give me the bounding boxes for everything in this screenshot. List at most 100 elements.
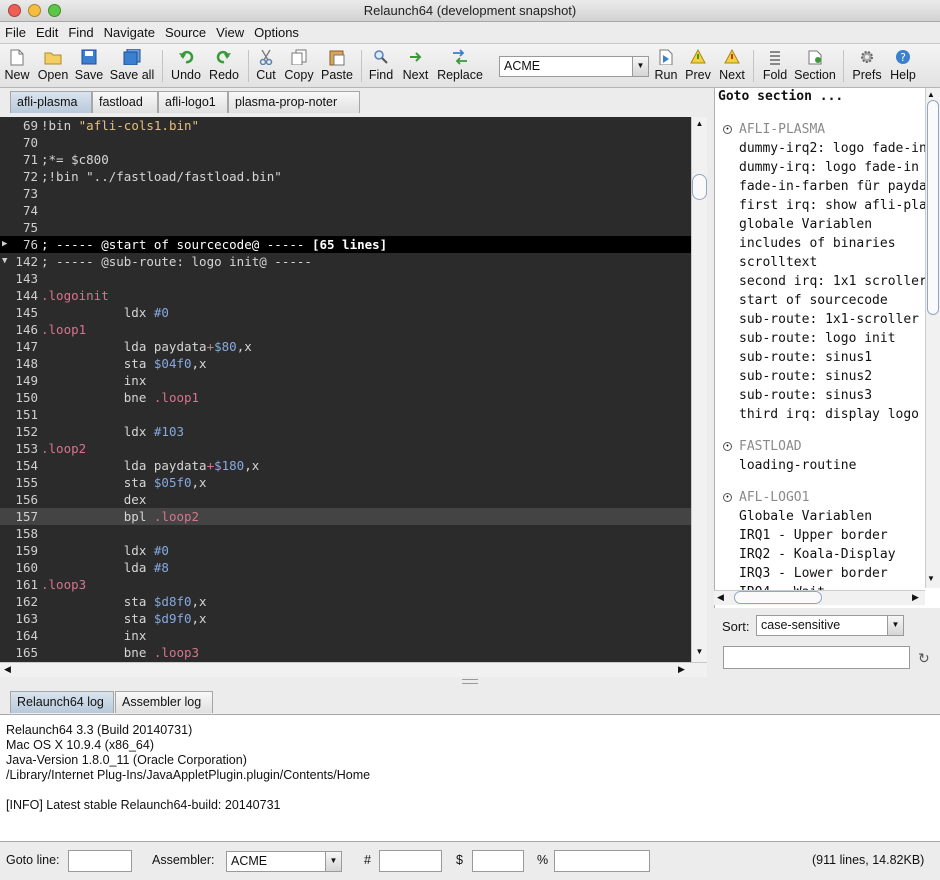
sidebar-scroll-thumb[interactable] xyxy=(927,100,939,315)
minimize-window-button[interactable] xyxy=(28,4,41,17)
code-line[interactable]: 143 xyxy=(0,270,691,287)
group-toggle-icon[interactable]: • xyxy=(723,125,732,134)
new-button[interactable]: New xyxy=(3,46,31,82)
code-line[interactable]: 161 .loop3 xyxy=(0,576,691,593)
code-line[interactable]: 70 xyxy=(0,134,691,151)
section-item[interactable]: fade-in-farben für payda xyxy=(739,177,927,196)
section-item[interactable]: Globale Variablen xyxy=(739,507,872,526)
sort-select[interactable]: case-sensitive ▼ xyxy=(756,615,904,636)
code-line[interactable]: 155 sta $05f0,x xyxy=(0,474,691,491)
fold-collapse-icon[interactable]: ▼ xyxy=(2,253,10,270)
scroll-up-icon[interactable]: ▲ xyxy=(927,90,935,99)
scroll-right-icon[interactable]: ▶ xyxy=(912,592,919,603)
tab-assembler-log[interactable]: Assembler log xyxy=(115,691,213,713)
section-item[interactable]: start of sourcecode xyxy=(739,291,888,310)
run-button[interactable]: Run xyxy=(652,46,680,82)
scroll-right-icon[interactable]: ▶ xyxy=(678,664,685,675)
editor-horizontal-scrollbar[interactable]: ◀ ▶ xyxy=(0,662,707,677)
section-item[interactable]: sub-route: logo init xyxy=(739,329,896,348)
code-line[interactable]: 159 ldx #0 xyxy=(0,542,691,559)
split-pane-handle[interactable] xyxy=(462,679,478,684)
open-button[interactable]: Open xyxy=(35,46,71,82)
code-line[interactable]: 164 inx xyxy=(0,627,691,644)
find-next-button[interactable]: Next xyxy=(399,46,432,82)
undo-button[interactable]: Undo xyxy=(168,46,204,82)
help-button[interactable]: ? Help xyxy=(888,46,918,82)
section-filter-input[interactable] xyxy=(723,646,910,669)
code-line[interactable]: 146 .loop1 xyxy=(0,321,691,338)
fold-expand-icon[interactable]: ▶ xyxy=(2,236,10,253)
section-item[interactable]: IRQ2 - Koala-Display xyxy=(739,545,896,564)
code-line[interactable]: 69 !bin "afli-cols1.bin" xyxy=(0,117,691,134)
status-assembler-select[interactable]: ACME ▼ xyxy=(226,851,342,872)
tab-plasma-prop-noter[interactable]: plasma-prop-noter xyxy=(228,91,360,113)
code-line[interactable]: 72 ;!bin "../fastload/fastload.bin" xyxy=(0,168,691,185)
replace-button[interactable]: Replace xyxy=(436,46,484,82)
code-line[interactable]: 163 sta $d9f0,x xyxy=(0,610,691,627)
scroll-up-icon[interactable]: ▲ xyxy=(694,119,705,129)
redo-button[interactable]: Redo xyxy=(206,46,242,82)
section-item[interactable]: sub-route: sinus2 xyxy=(739,367,872,386)
tab-afli-logo1[interactable]: afli-logo1 xyxy=(158,91,228,113)
section-item[interactable]: scrolltext xyxy=(739,253,817,272)
zoom-window-button[interactable] xyxy=(48,4,61,17)
code-line[interactable]: 156 dex xyxy=(0,491,691,508)
goto-line-input[interactable] xyxy=(68,850,132,872)
section-item[interactable]: third irq: display logo xyxy=(739,405,919,424)
section-item[interactable]: loading-routine xyxy=(739,456,856,475)
cut-button[interactable]: Cut xyxy=(253,46,279,82)
code-line[interactable]: 76 ▶; ----- @start of sourcecode@ ----- [… xyxy=(0,236,691,253)
prev-error-button[interactable]: Prev xyxy=(683,46,713,82)
scroll-down-icon[interactable]: ▼ xyxy=(694,647,705,657)
code-line[interactable]: 152 ldx #103 xyxy=(0,423,691,440)
section-group[interactable]: FASTLOAD xyxy=(739,437,802,456)
decimal-input[interactable] xyxy=(379,850,442,872)
section-group[interactable]: AFL-LOGO1 xyxy=(739,488,809,507)
editor-scroll-thumb[interactable] xyxy=(692,174,707,200)
code-line[interactable]: 153 .loop2 xyxy=(0,440,691,457)
menu-file[interactable]: File xyxy=(0,22,31,44)
prefs-button[interactable]: Prefs xyxy=(850,46,884,82)
sidebar-vertical-scrollbar[interactable]: ▲ ▼ xyxy=(925,88,940,588)
tab-fastload[interactable]: fastload xyxy=(92,91,158,113)
paste-button[interactable]: Paste xyxy=(319,46,355,82)
code-line[interactable]: 148 sta $04f0,x xyxy=(0,355,691,372)
code-line[interactable]: 162 sta $d8f0,x xyxy=(0,593,691,610)
section-item[interactable]: dummy-irq2: logo fade-in xyxy=(739,139,927,158)
next-error-button[interactable]: Next xyxy=(716,46,748,82)
section-item[interactable]: second irq: 1x1 scroller xyxy=(739,272,927,291)
code-line[interactable]: 75 xyxy=(0,219,691,236)
code-line[interactable]: 144 .logoinit xyxy=(0,287,691,304)
group-toggle-icon[interactable]: • xyxy=(723,493,732,502)
section-group[interactable]: AFLI-PLASMA xyxy=(739,120,825,139)
code-line[interactable]: 158 xyxy=(0,525,691,542)
code-line[interactable]: 160 lda #8 xyxy=(0,559,691,576)
section-item[interactable]: dummy-irq: logo fade-in xyxy=(739,158,919,177)
code-line[interactable]: 151 xyxy=(0,406,691,423)
code-line[interactable]: 149 inx xyxy=(0,372,691,389)
group-toggle-icon[interactable]: • xyxy=(723,442,732,451)
fold-button[interactable]: Fold xyxy=(760,46,790,82)
close-window-button[interactable] xyxy=(8,4,21,17)
section-item[interactable]: IRQ1 - Upper border xyxy=(739,526,888,545)
menu-edit[interactable]: Edit xyxy=(31,22,63,44)
save-button[interactable]: Save xyxy=(74,46,104,82)
scroll-left-icon[interactable]: ◀ xyxy=(4,664,11,675)
code-line[interactable]: 145 ldx #0 xyxy=(0,304,691,321)
copy-button[interactable]: Copy xyxy=(283,46,315,82)
save-all-button[interactable]: Save all xyxy=(108,46,156,82)
section-item[interactable]: globale Variablen xyxy=(739,215,872,234)
section-item[interactable]: sub-route: sinus1 xyxy=(739,348,872,367)
code-editor[interactable]: 69 !bin "afli-cols1.bin" 70 71 ;*= $c800 72;!… xyxy=(0,117,691,662)
code-line[interactable]: 73 xyxy=(0,185,691,202)
menu-find[interactable]: Find xyxy=(63,22,98,44)
section-button[interactable]: Section xyxy=(793,46,837,82)
menu-options[interactable]: Options xyxy=(249,22,304,44)
section-item[interactable]: sub-route: sinus3 xyxy=(739,386,872,405)
editor-vertical-scrollbar[interactable]: ▲ ▼ xyxy=(691,117,707,662)
code-line[interactable]: 165 bne .loop3 xyxy=(0,644,691,661)
scroll-left-icon[interactable]: ◀ xyxy=(717,592,724,603)
assembler-select[interactable]: ACME ▼ xyxy=(499,56,649,77)
refresh-icon[interactable]: ↻ xyxy=(918,650,930,667)
code-line[interactable]: 74 xyxy=(0,202,691,219)
